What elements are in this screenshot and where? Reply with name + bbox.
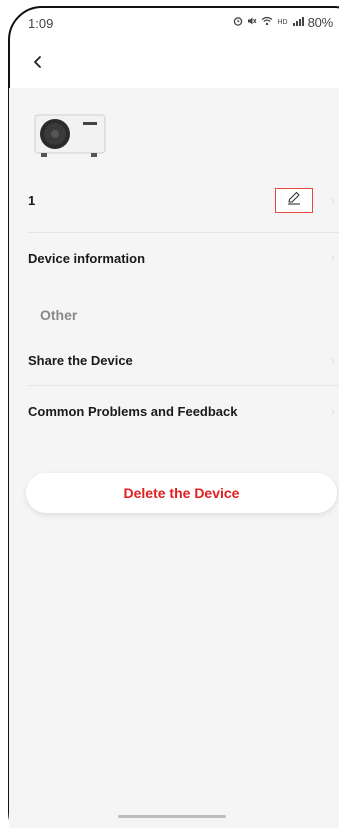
divider [28,385,339,386]
edit-name-button[interactable] [275,188,313,213]
status-icons: HD 80% [233,15,333,30]
status-time: 1:09 [28,16,54,31]
chevron-left-icon [31,55,45,74]
share-device-row[interactable]: Share the Device › [28,346,339,374]
chevron-right-icon: › [331,353,335,367]
chevron-right-icon: › [331,193,335,207]
pencil-icon [286,190,302,211]
share-device-label: Share the Device [28,352,133,368]
delete-device-button[interactable]: Delete the Device [26,473,337,513]
device-information-label: Device information [28,250,146,266]
section-title-other: Other [40,307,78,323]
mute-icon [247,16,257,30]
chevron-right-icon: › [331,251,335,265]
device-settings-screen: 1:09 HD 80% 1 › Device information › Oth… [0,0,339,828]
divider [28,232,339,233]
chevron-right-icon: › [331,404,335,418]
heat-pump-unit-image [33,112,107,160]
nav-bar [18,44,58,84]
wifi-icon [261,16,273,30]
delete-device-label: Delete the Device [123,485,240,501]
status-bar: 1:09 HD 80% [0,0,339,38]
home-indicator [118,815,226,818]
hd-icon: HD [277,18,288,26]
signal-icon [292,16,304,30]
battery-level: 80% [307,15,334,30]
back-button[interactable] [26,52,50,76]
device-name: 1 [28,192,36,208]
device-information-row[interactable]: Device information › [28,244,339,272]
common-problems-label: Common Problems and Feedback [28,403,238,419]
alarm-icon [233,16,243,30]
common-problems-row[interactable]: Common Problems and Feedback › [28,397,339,425]
